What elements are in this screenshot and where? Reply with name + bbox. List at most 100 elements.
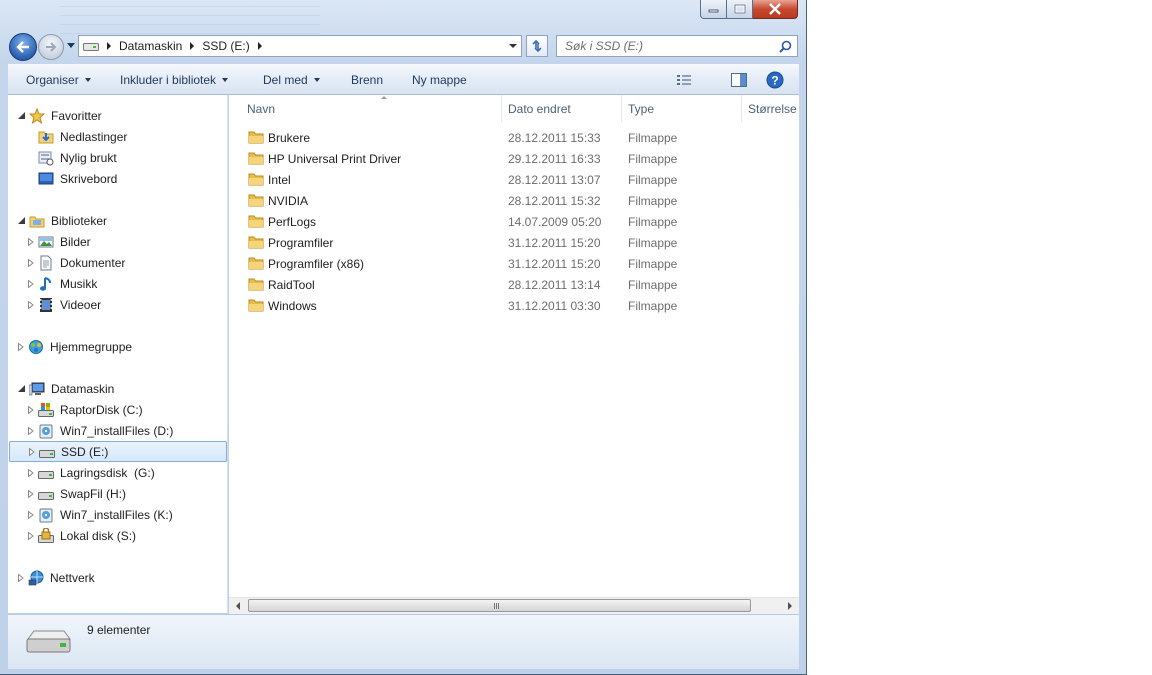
- help-button[interactable]: ?: [766, 70, 784, 90]
- refresh-button[interactable]: [526, 35, 548, 57]
- expanded-arrow-icon[interactable]: [18, 384, 26, 393]
- include-in-library-menu[interactable]: Inkluder i bibliotek: [120, 64, 229, 95]
- change-view-button[interactable]: [676, 70, 692, 90]
- minimize-button[interactable]: [700, 0, 727, 19]
- tree-label: SwapFil (H:): [60, 486, 127, 501]
- tree-item-drive-g[interactable]: Lagringsdisk (G:): [28, 462, 155, 483]
- file-row[interactable]: Intel 28.12.2011 13:07 Filmappe: [243, 169, 783, 190]
- tree-item-music[interactable]: Musikk: [28, 273, 97, 294]
- tree-libraries[interactable]: Biblioteker: [18, 210, 107, 231]
- burn-button[interactable]: Brenn: [351, 64, 383, 95]
- tree-homegroup[interactable]: Hjemmegruppe: [18, 336, 132, 357]
- tree-item-desktop[interactable]: Skrivebord: [38, 168, 117, 189]
- collapsed-arrow-icon[interactable]: [29, 447, 35, 456]
- tree-item-pictures[interactable]: Bilder: [28, 231, 91, 252]
- collapsed-arrow-icon[interactable]: [28, 237, 34, 246]
- collapsed-arrow-icon[interactable]: [28, 258, 34, 267]
- column-header-date[interactable]: Dato endret: [502, 95, 622, 122]
- breadcrumb-datamaskin[interactable]: Datamaskin: [119, 36, 182, 56]
- horizontal-scrollbar[interactable]: [229, 597, 799, 614]
- collapsed-arrow-icon[interactable]: [28, 531, 34, 540]
- organise-label: Organiser: [26, 72, 79, 87]
- details-pane: 9 elementer: [8, 614, 799, 669]
- tree-item-drive-e[interactable]: SSD (E:): [9, 441, 227, 462]
- file-name: PerfLogs: [268, 214, 317, 229]
- breadcrumb-separator[interactable]: [257, 42, 262, 50]
- collapsed-arrow-icon[interactable]: [28, 510, 34, 519]
- tree-item-documents[interactable]: Dokumenter: [28, 252, 125, 273]
- tree-item-downloads[interactable]: Nedlastinger: [38, 126, 127, 147]
- scroll-right-arrow-icon[interactable]: [788, 602, 792, 610]
- search-input[interactable]: [565, 39, 765, 53]
- tree-computer[interactable]: Datamaskin: [18, 378, 114, 399]
- scrollbar-thumb[interactable]: [248, 599, 751, 612]
- tree-item-videos[interactable]: Videoer: [28, 294, 101, 315]
- recent-pages-dropdown-icon[interactable]: [67, 43, 75, 48]
- breadcrumb-separator[interactable]: [190, 42, 195, 50]
- breadcrumb-separator[interactable]: [107, 42, 111, 50]
- scroll-left-arrow-icon[interactable]: [236, 602, 240, 610]
- file-row[interactable]: HP Universal Print Driver 29.12.2011 16:3…: [243, 148, 783, 169]
- navigation-pane[interactable]: Favoritter Nedlastinger Nylig brukt Skri…: [8, 95, 228, 613]
- new-folder-button[interactable]: Ny mappe: [412, 64, 467, 95]
- collapsed-arrow-icon[interactable]: [28, 489, 34, 498]
- file-list[interactable]: Navn Dato endret Type Størrelse Brukere 2…: [229, 95, 799, 613]
- search-icon[interactable]: [779, 40, 792, 53]
- file-date-modified: 31.12.2011 15:20: [508, 235, 601, 250]
- tree-label: Biblioteker: [51, 213, 108, 228]
- close-button[interactable]: [753, 0, 798, 19]
- column-header-name[interactable]: Navn: [241, 95, 502, 122]
- tree-network[interactable]: Nettverk: [18, 567, 95, 588]
- collapsed-arrow-icon[interactable]: [18, 573, 24, 582]
- column-header-size[interactable]: Størrelse: [742, 95, 799, 122]
- file-row[interactable]: RaidTool 28.12.2011 13:14 Filmappe: [243, 274, 783, 295]
- tree-label: Videoer: [60, 297, 102, 312]
- tree-label: Nettverk: [50, 570, 95, 585]
- tree-item-drive-c[interactable]: RaptorDisk (C:): [28, 399, 143, 420]
- file-row[interactable]: Windows 31.12.2011 03:30 Filmappe: [243, 295, 783, 316]
- tree-item-recent[interactable]: Nylig brukt: [38, 147, 117, 168]
- file-type: Filmappe: [628, 172, 678, 187]
- chevron-down-icon: [84, 77, 91, 82]
- file-row[interactable]: Programfiler (x86) 31.12.2011 15:20 Filmap…: [243, 253, 783, 274]
- file-date-modified: 28.12.2011 15:33: [508, 130, 601, 145]
- forward-button[interactable]: [38, 34, 64, 60]
- collapsed-arrow-icon[interactable]: [28, 426, 34, 435]
- tree-item-drive-k[interactable]: Win7_installFiles (K:): [28, 504, 173, 525]
- address-bar[interactable]: Datamaskin SSD (E:): [78, 35, 522, 57]
- file-row[interactable]: Programfiler 31.12.2011 15:20 Filmappe: [243, 232, 783, 253]
- preview-pane-button[interactable]: [731, 70, 747, 90]
- collapsed-arrow-icon[interactable]: [18, 342, 24, 351]
- file-row[interactable]: PerfLogs 14.07.2009 05:20 Filmappe: [243, 211, 783, 232]
- collapsed-arrow-icon[interactable]: [28, 300, 34, 309]
- chevron-down-icon: [313, 77, 320, 82]
- file-row[interactable]: NVIDIA 28.12.2011 15:32 Filmappe: [243, 190, 783, 211]
- computer-icon: [29, 381, 45, 397]
- expanded-arrow-icon[interactable]: [18, 216, 26, 225]
- tree-item-drive-s[interactable]: Lokal disk (S:): [28, 525, 136, 546]
- tree-item-drive-d[interactable]: Win7_installFiles (D:): [28, 420, 173, 441]
- tree-label: Skrivebord: [60, 171, 118, 186]
- collapsed-arrow-icon[interactable]: [28, 279, 34, 288]
- back-button[interactable]: [9, 33, 37, 61]
- tree-item-drive-h[interactable]: SwapFil (H:): [28, 483, 126, 504]
- collapsed-arrow-icon[interactable]: [28, 405, 34, 414]
- expanded-arrow-icon[interactable]: [18, 111, 26, 120]
- maximize-icon: [734, 4, 745, 14]
- search-box[interactable]: [556, 35, 798, 57]
- file-type: Filmappe: [628, 193, 678, 208]
- maximize-button[interactable]: [727, 0, 753, 19]
- file-date-modified: 28.12.2011 15:32: [508, 193, 601, 208]
- tree-label: Win7_installFiles (D:): [60, 423, 174, 438]
- breadcrumb-ssd[interactable]: SSD (E:): [202, 36, 249, 56]
- organise-menu[interactable]: Organiser: [26, 64, 91, 95]
- file-row[interactable]: Brukere 28.12.2011 15:33 Filmappe: [243, 127, 783, 148]
- view-details-icon: [677, 75, 691, 85]
- address-history-dropdown[interactable]: [509, 44, 517, 48]
- caption-buttons: [700, 0, 798, 20]
- tree-favorites[interactable]: Favoritter: [18, 105, 102, 126]
- share-with-menu[interactable]: Del med: [263, 64, 320, 95]
- collapsed-arrow-icon[interactable]: [28, 468, 34, 477]
- column-header-type[interactable]: Type: [622, 95, 742, 122]
- folder-icon: [248, 173, 264, 186]
